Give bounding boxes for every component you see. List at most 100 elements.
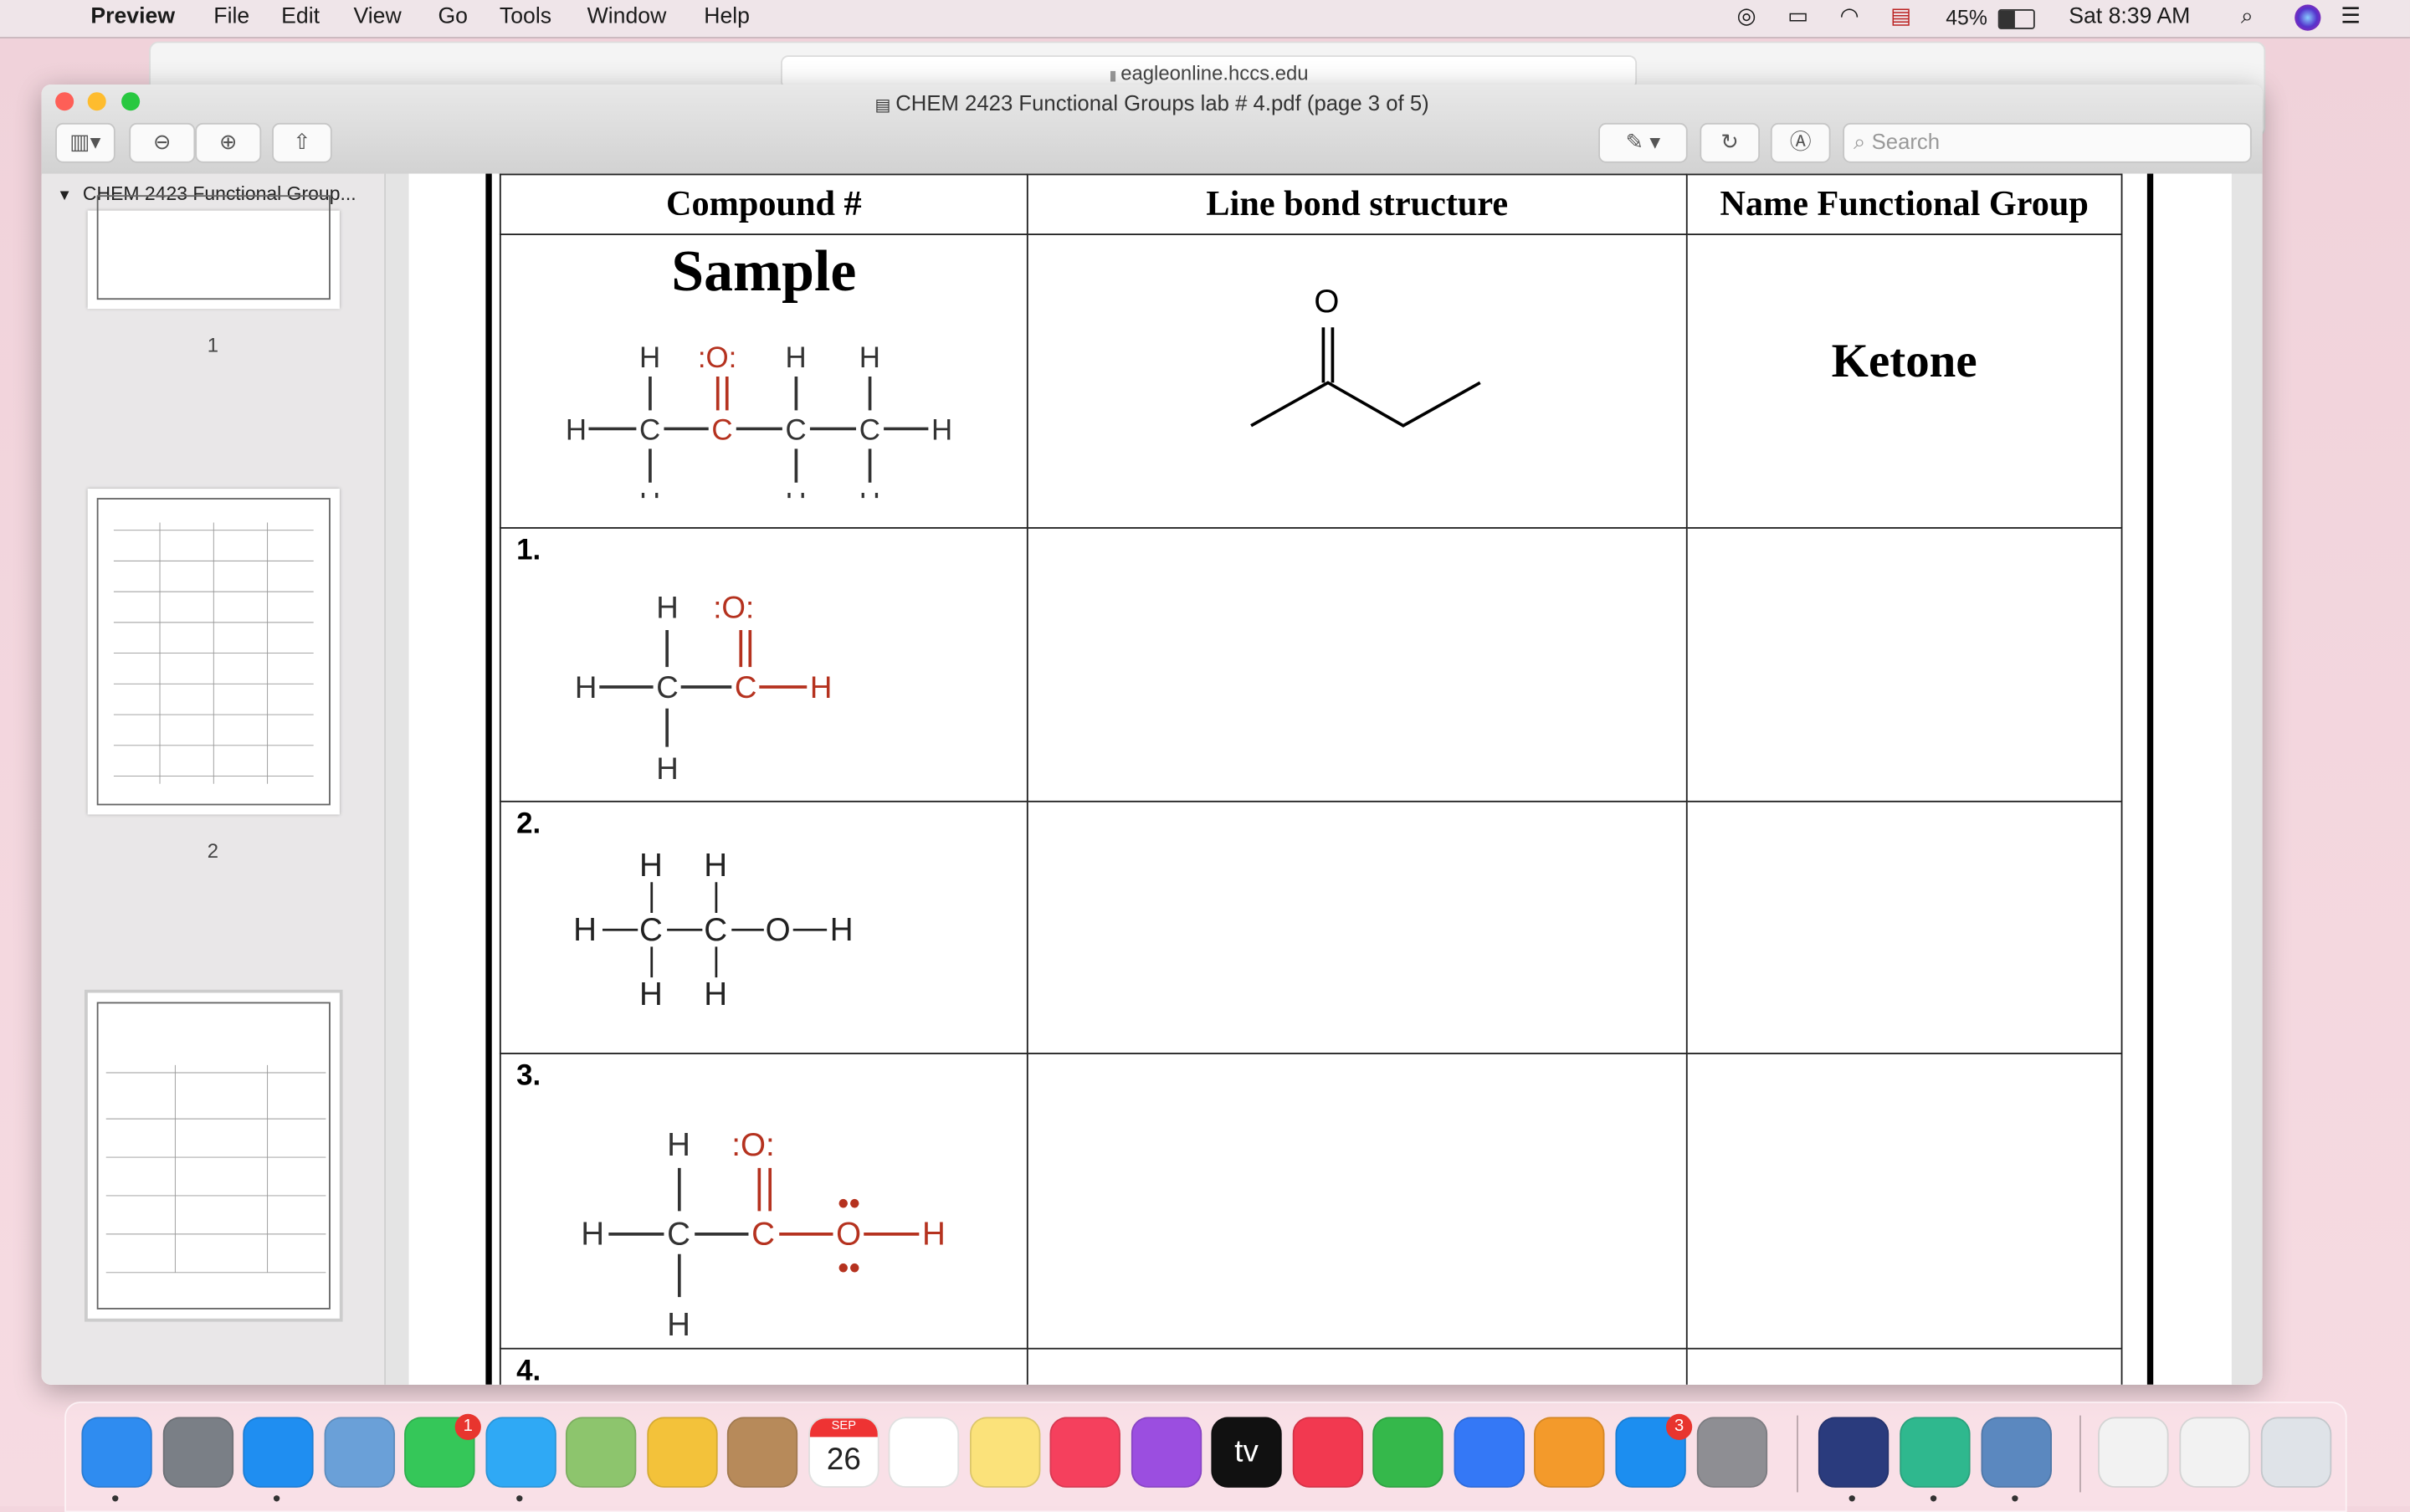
battery-percent[interactable]: 45% bbox=[1946, 6, 1987, 29]
clock[interactable]: Sat 8:39 AM bbox=[2069, 5, 2190, 29]
dock-app-store-icon[interactable]: 3 bbox=[1615, 1413, 1693, 1488]
battery-icon[interactable] bbox=[1997, 9, 2035, 29]
svg-text:C: C bbox=[656, 670, 679, 705]
airplay-icon[interactable]: ▭ bbox=[1787, 5, 1808, 29]
svg-text:C: C bbox=[786, 413, 807, 446]
dock-screenshot-icon[interactable] bbox=[1818, 1417, 1890, 1488]
dock-running-indicator bbox=[516, 1495, 523, 1502]
dock-notes-icon[interactable] bbox=[969, 1417, 1041, 1488]
sample-answer: Ketone bbox=[1831, 333, 1977, 387]
svg-text::O:: :O: bbox=[731, 1127, 774, 1163]
dock-safari-icon[interactable] bbox=[243, 1417, 314, 1488]
dock-messages-icon[interactable] bbox=[485, 1417, 556, 1488]
dock-document-2-icon[interactable] bbox=[2179, 1417, 2250, 1488]
sample-structural-formula: H H H H C C C H H H H :O: C bbox=[566, 341, 952, 520]
line-bond-cell-1[interactable] bbox=[1026, 526, 1688, 802]
menu-view[interactable]: View bbox=[353, 5, 401, 29]
pdf-file-icon: ▤ bbox=[874, 96, 896, 115]
oxygen-label: O bbox=[1314, 284, 1339, 320]
page-thumbnail-3[interactable] bbox=[85, 989, 343, 1322]
notification-center-icon[interactable]: ☰ bbox=[2341, 5, 2361, 29]
line-bond-cell-4[interactable] bbox=[1026, 1347, 1688, 1385]
functional-group-cell-3[interactable] bbox=[1685, 1053, 2123, 1350]
thumbnail-sidebar: ▼ CHEM 2423 Functional Group... 1 2 3 bbox=[41, 173, 387, 1385]
dock-keynote-icon[interactable] bbox=[1454, 1417, 1525, 1488]
markup-toolbar-button[interactable]: Ⓐ bbox=[1770, 122, 1831, 163]
dock-edge-icon[interactable] bbox=[1900, 1417, 1971, 1488]
line-bond-cell-3[interactable] bbox=[1026, 1053, 1688, 1350]
dock-finder-icon[interactable] bbox=[81, 1417, 152, 1488]
menu-app-name[interactable]: Preview bbox=[90, 5, 175, 29]
zoom-out-button[interactable]: ⊖ bbox=[129, 122, 196, 163]
row-number-3: 3. bbox=[516, 1060, 541, 1093]
dock-calendar-month: SEP bbox=[809, 1418, 878, 1438]
svg-text:H: H bbox=[859, 487, 880, 498]
zoom-in-button[interactable]: ⊕ bbox=[195, 122, 262, 163]
svg-text:H: H bbox=[667, 1127, 690, 1163]
dock-maps-icon[interactable] bbox=[565, 1417, 637, 1488]
dock-tv-icon[interactable]: tv bbox=[1211, 1417, 1282, 1488]
functional-group-cell-4[interactable] bbox=[1685, 1347, 2123, 1385]
page-thumbnail-1[interactable] bbox=[87, 195, 340, 310]
dock-music-icon[interactable] bbox=[1049, 1417, 1120, 1488]
search-field[interactable]: ⌕ Search bbox=[1843, 122, 2252, 163]
dock-preview-icon[interactable] bbox=[324, 1417, 396, 1488]
share-button[interactable]: ⇧ bbox=[272, 122, 332, 163]
wifi-icon[interactable]: ◠ bbox=[1840, 5, 1859, 29]
table-header-row: Compound # Line bond structure Name Func… bbox=[499, 173, 2123, 236]
page-thumbnail-2[interactable] bbox=[87, 489, 340, 815]
dock-calendar-icon[interactable]: 26 SEP bbox=[808, 1417, 879, 1488]
menu-edit[interactable]: Edit bbox=[281, 5, 320, 29]
sync-icon[interactable]: ◎ bbox=[1736, 5, 1756, 29]
dock-podcasts-icon[interactable] bbox=[1131, 1417, 1202, 1488]
dock-contacts-icon[interactable] bbox=[726, 1417, 798, 1488]
ketone-line-structure: O bbox=[1250, 284, 1481, 428]
dock-facetime-icon[interactable]: 1 bbox=[404, 1413, 481, 1488]
compound-cell-4: 4. bbox=[499, 1347, 1028, 1385]
menu-file[interactable]: File bbox=[213, 5, 249, 29]
markup-pen-button[interactable]: ✎ ▾ bbox=[1598, 122, 1688, 163]
svg-text:H: H bbox=[639, 487, 660, 498]
svg-text:H: H bbox=[656, 590, 679, 624]
line-bond-cell-2[interactable] bbox=[1026, 800, 1688, 1054]
document-view[interactable]: Compound # Line bond structure Name Func… bbox=[386, 173, 2263, 1385]
sidebar-view-button[interactable]: ▥▾ bbox=[55, 122, 115, 163]
dock-launchpad-icon[interactable] bbox=[162, 1417, 234, 1488]
menu-help[interactable]: Help bbox=[704, 5, 750, 29]
table-row-3: 3. H H C H :O: C O H •• •• bbox=[499, 1053, 2123, 1350]
dock-trash-icon[interactable] bbox=[2260, 1417, 2332, 1488]
dock-numbers-icon[interactable] bbox=[1372, 1417, 1443, 1488]
functional-group-cell-2[interactable] bbox=[1685, 800, 2123, 1054]
svg-text:H: H bbox=[581, 1217, 604, 1253]
disclosure-triangle-icon[interactable]: ▼ bbox=[57, 187, 72, 204]
siri-icon[interactable] bbox=[2295, 4, 2321, 31]
menu-tools[interactable]: Tools bbox=[500, 5, 551, 29]
menu-window[interactable]: Window bbox=[587, 5, 667, 29]
svg-text:H: H bbox=[639, 848, 663, 884]
svg-text:O: O bbox=[836, 1217, 861, 1253]
dock-system-preferences-icon[interactable] bbox=[1696, 1417, 1768, 1488]
dock-facetime-badge: 1 bbox=[454, 1413, 481, 1440]
table-row-1: 1. H H C H :O: C H bbox=[499, 526, 2123, 802]
sample-label: Sample bbox=[671, 239, 857, 305]
svg-text:H: H bbox=[704, 848, 727, 884]
svg-text:H: H bbox=[575, 670, 597, 705]
header-functional-group: Name Functional Group bbox=[1685, 173, 2123, 236]
dock-news-icon[interactable] bbox=[1292, 1417, 1364, 1488]
pdf-page: Compound # Line bond structure Name Func… bbox=[408, 173, 2232, 1385]
dock-pages-icon[interactable] bbox=[1534, 1417, 1605, 1488]
dock-photos-icon[interactable] bbox=[647, 1417, 718, 1488]
flag-icon[interactable]: ▤ bbox=[1890, 5, 1911, 29]
svg-text:C: C bbox=[639, 413, 660, 446]
dock-image-capture-icon[interactable] bbox=[1981, 1417, 2052, 1488]
sample-line-bond-cell: O bbox=[1026, 233, 1688, 529]
dock-document-1-icon[interactable] bbox=[2098, 1417, 2169, 1488]
rotate-button[interactable]: ↻ bbox=[1700, 122, 1761, 163]
dock-reminders-icon[interactable] bbox=[888, 1417, 960, 1488]
svg-text:C: C bbox=[859, 413, 880, 446]
safari-url[interactable]: eagleonline.hccs.edu bbox=[1120, 61, 1308, 85]
dock-running-indicator bbox=[1849, 1495, 1855, 1502]
functional-group-cell-1[interactable] bbox=[1685, 526, 2123, 802]
spotlight-icon[interactable]: ⌕ bbox=[2241, 5, 2254, 29]
menu-go[interactable]: Go bbox=[438, 5, 468, 29]
